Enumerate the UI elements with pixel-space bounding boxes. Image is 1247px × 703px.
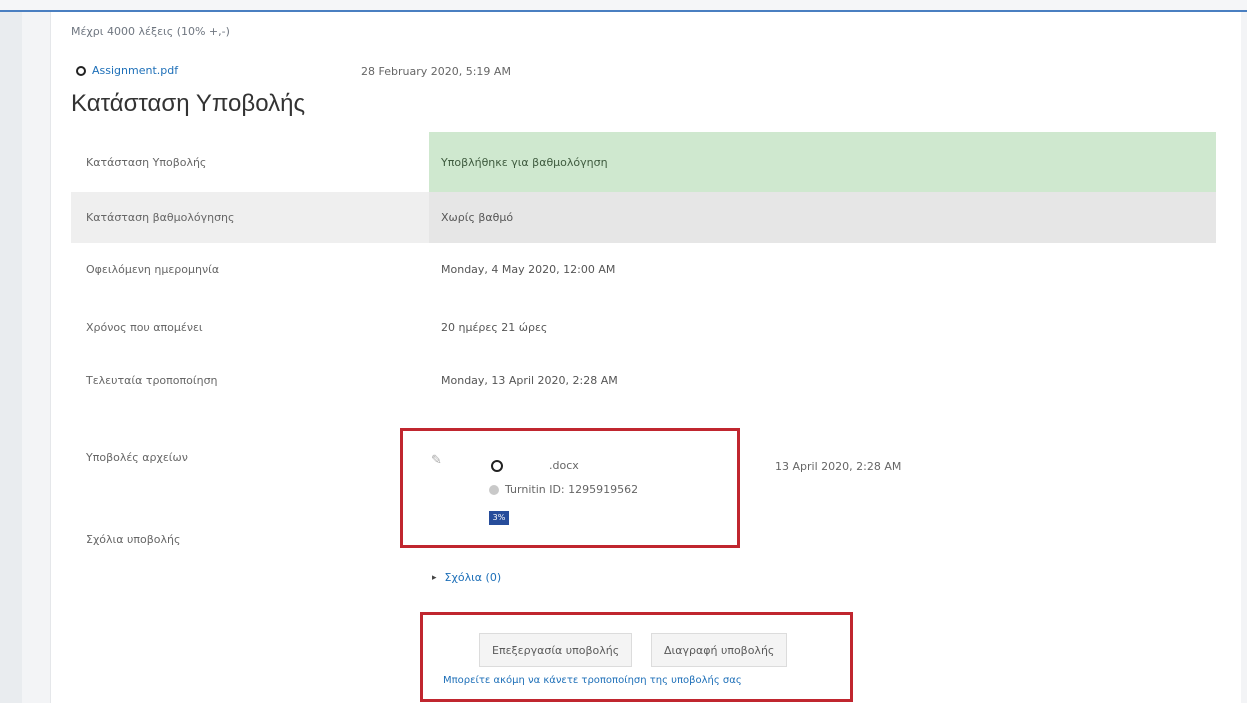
row-label: Κατάσταση Υποβολής <box>86 155 207 169</box>
attachment-name[interactable]: Assignment.pdf <box>92 64 178 77</box>
file-icon <box>491 460 503 472</box>
row-value: Monday, 13 April 2020, 2:28 AM <box>441 373 618 387</box>
row-value: 20 ημέρες 21 ώρες <box>441 321 548 334</box>
row-label: Χρόνος που απομένει <box>86 321 203 334</box>
row-value: Υποβλήθηκε για βαθμολόγηση <box>429 132 1216 192</box>
row-label: Κατάσταση βαθμολόγησης <box>71 192 429 243</box>
comments-link-text[interactable]: Σχόλια (0) <box>445 571 502 584</box>
comments-link[interactable]: ▸ Σχόλια (0) <box>432 571 501 584</box>
row-label: Τελευταία τροποποίηση <box>86 373 218 387</box>
attachment-date: 28 February 2020, 5:19 AM <box>361 65 511 78</box>
top-bar <box>0 0 1247 12</box>
table-row: Τελευταία τροποποίηση Monday, 13 April 2… <box>71 360 1216 400</box>
table-row: Κατάσταση Υποβολής Υποβλήθηκε για βαθμολ… <box>71 132 1216 192</box>
file-submission-box: ✎ .docx Turnitin ID: 1295919562 3% <box>400 428 740 548</box>
assignment-card: Μέχρι 4000 λέξεις (10% +,-) Assignment.p… <box>50 12 1241 703</box>
table-row: Οφειλόμενη ημερομηνία Monday, 4 May 2020… <box>71 243 1216 295</box>
turnitin-id: Turnitin ID: 1295919562 <box>489 483 638 496</box>
remove-submission-button[interactable]: Διαγραφή υποβολής <box>651 633 788 667</box>
page-title: Κατάσταση Υποβολής <box>71 90 306 117</box>
pin-icon: ✎ <box>431 453 442 468</box>
turnitin-icon <box>489 484 499 495</box>
similarity-badge[interactable]: 3% <box>489 511 509 525</box>
attachment-link[interactable]: Assignment.pdf <box>76 64 178 77</box>
edit-note: Μπορείτε ακόμη να κάνετε τροποποίηση της… <box>443 675 742 686</box>
word-limit-text: Μέχρι 4000 λέξεις (10% +,-) <box>71 25 230 38</box>
submitted-file-link[interactable]: .docx <box>549 459 579 472</box>
file-icon <box>76 65 86 76</box>
table-row: Χρόνος που απομένει 20 ημέρες 21 ώρες <box>71 295 1216 360</box>
file-date: 13 April 2020, 2:28 AM <box>775 460 902 473</box>
caret-right-icon: ▸ <box>432 572 437 583</box>
row-value: Χωρίς βαθμό <box>429 192 1216 243</box>
edit-submission-button[interactable]: Επεξεργασία υποβολής <box>479 633 633 667</box>
row-label: Οφειλόμενη ημερομηνία <box>86 262 220 276</box>
row-label: Σχόλια υποβολής <box>86 532 181 546</box>
table-row: Κατάσταση βαθμολόγησης Χωρίς βαθμό <box>71 192 1216 243</box>
row-value: Monday, 4 May 2020, 12:00 AM <box>441 262 616 276</box>
left-gutter <box>0 12 22 703</box>
row-label: Υποβολές αρχείων <box>86 451 188 464</box>
turnitin-id-text: Turnitin ID: 1295919562 <box>505 483 639 496</box>
submission-actions-box: Επεξεργασία υποβολής Διαγραφή υποβολής Μ… <box>420 612 853 702</box>
